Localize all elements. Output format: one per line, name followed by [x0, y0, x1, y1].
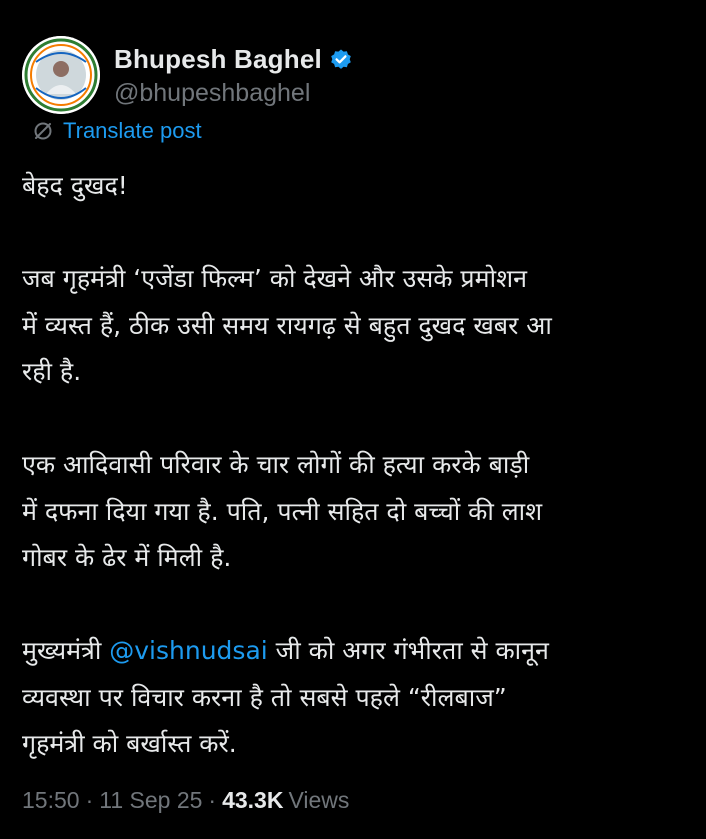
- author-identity: Bhupesh Baghel @bhupeshbaghel: [114, 43, 353, 108]
- separator-dot: ·: [85, 787, 94, 813]
- post-header: Bhupesh Baghel @bhupeshbaghel: [22, 36, 353, 114]
- paragraph-3: एक आदिवासी परिवार के चार लोगों की हत्या …: [22, 442, 687, 582]
- paragraph-4-suffix: जी को अगर गंभीरता से कानून: [267, 636, 549, 665]
- translate-post-button[interactable]: Translate post: [32, 118, 202, 144]
- paragraph-4-line-2: व्यवस्था पर विचार करना है तो सबसे पहले “…: [22, 682, 507, 712]
- paragraph-2-line-3: रही है.: [22, 357, 82, 386]
- author-display-name[interactable]: Bhupesh Baghel: [114, 44, 322, 75]
- verified-badge-icon[interactable]: [329, 48, 353, 72]
- globe-icon: [32, 120, 54, 142]
- views-label: Views: [288, 787, 350, 813]
- paragraph-4: मुख्यमंत्री @vishnudsai जी को अगर गंभीरत…: [22, 628, 687, 768]
- post-date[interactable]: 11 Sep 25: [99, 787, 202, 813]
- avatar-image: [22, 36, 100, 114]
- name-row: Bhupesh Baghel: [114, 43, 353, 77]
- paragraph-3-line-3: गोबर के ढेर में मिली है.: [22, 543, 232, 572]
- paragraph-2-line-2: में व्यस्त हैं, ठीक उसी समय रायगढ़ से बह…: [22, 310, 552, 340]
- paragraph-2-line-1: जब गृहमंत्री ‘एजेंडा फिल्म’ को देखने और …: [22, 264, 527, 293]
- avatar[interactable]: [22, 36, 100, 114]
- translate-post-label: Translate post: [63, 118, 202, 143]
- paragraph-3-line-1: एक आदिवासी परिवार के चार लोगों की हत्या …: [22, 450, 530, 479]
- post-metadata: 15:50 · 11 Sep 25 · 43.3K Views: [22, 787, 349, 814]
- views-count[interactable]: 43.3K: [222, 787, 283, 813]
- author-handle[interactable]: @bhupeshbaghel: [114, 79, 353, 108]
- post-card: Bhupesh Baghel @bhupeshbaghel Translate …: [0, 0, 706, 839]
- post-time[interactable]: 15:50: [22, 787, 80, 813]
- separator-dot: ·: [208, 787, 217, 813]
- paragraph-2: जब गृहमंत्री ‘एजेंडा फिल्म’ को देखने और …: [22, 256, 687, 396]
- paragraph-1: बेहद दुखद!: [22, 163, 687, 210]
- paragraph-3-line-2: में दफना दिया गया है. पति, पत्नी सहित दो…: [22, 496, 543, 526]
- paragraph-4-prefix: मुख्यमंत्री: [22, 636, 110, 665]
- paragraph-4-line-3: गृहमंत्री को बर्खास्त करें.: [22, 729, 237, 758]
- paragraph-1-line-1: बेहद दुखद!: [22, 171, 128, 200]
- mention-link[interactable]: @vishnudsai: [109, 636, 267, 665]
- post-body: बेहद दुखद! जब गृहमंत्री ‘एजेंडा फिल्म’ क…: [22, 163, 687, 768]
